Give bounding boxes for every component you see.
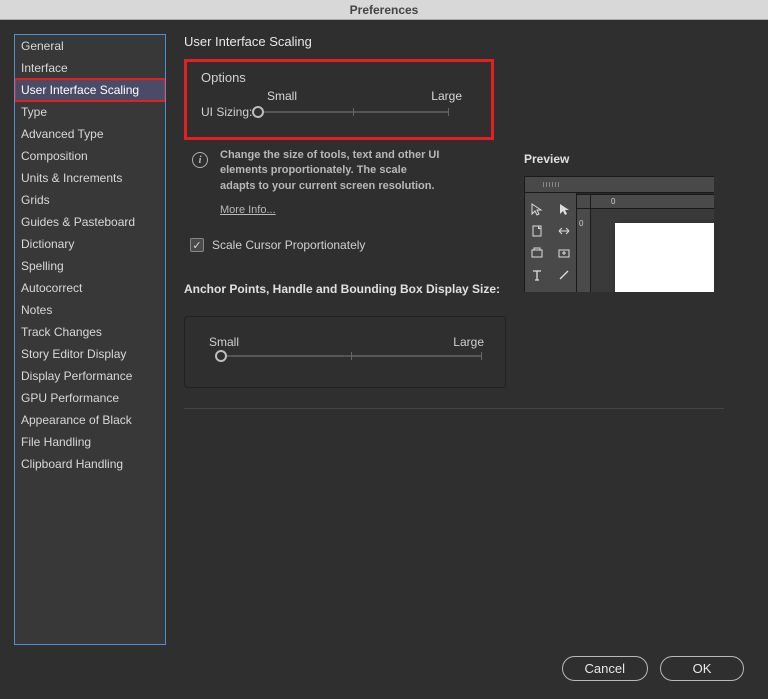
anchor-large-label: Large — [453, 335, 484, 349]
sidebar-item-interface[interactable]: Interface — [15, 57, 165, 79]
preview-canvas — [591, 209, 714, 292]
ruler-vertical: 0 — [577, 209, 591, 292]
more-info-link[interactable]: More Info... — [220, 204, 276, 216]
sidebar-item-composition[interactable]: Composition — [15, 145, 165, 167]
type-tool-icon — [525, 265, 550, 285]
sidebar-item-display-performance[interactable]: Display Performance — [15, 365, 165, 387]
direct-selection-tool-icon — [552, 199, 577, 219]
sidebar-item-grids[interactable]: Grids — [15, 189, 165, 211]
slider-thumb[interactable] — [252, 106, 264, 118]
preview-tools — [525, 177, 577, 292]
info-icon: i — [192, 152, 208, 168]
page-title: User Interface Scaling — [184, 34, 754, 49]
sidebar-item-autocorrect[interactable]: Autocorrect — [15, 277, 165, 299]
selection-tool-icon — [525, 199, 550, 219]
line-tool-icon — [552, 265, 577, 285]
options-legend: Options — [201, 70, 477, 85]
anchor-small-label: Small — [209, 335, 239, 349]
sidebar-item-units-increments[interactable]: Units & Increments — [15, 167, 165, 189]
ui-sizing-label: UI Sizing: — [201, 105, 252, 119]
sidebar-item-story-editor-display[interactable]: Story Editor Display — [15, 343, 165, 365]
anchor-size-slider[interactable] — [221, 355, 481, 357]
slider-large-label: Large — [431, 89, 462, 103]
sidebar-item-type[interactable]: Type — [15, 101, 165, 123]
sidebar-item-gpu-performance[interactable]: GPU Performance — [15, 387, 165, 409]
sidebar-item-advanced-type[interactable]: Advanced Type — [15, 123, 165, 145]
preview-page — [615, 223, 714, 292]
divider — [184, 408, 724, 409]
sidebar-item-guides-pasteboard[interactable]: Guides & Pasteboard — [15, 211, 165, 233]
sidebar-item-dictionary[interactable]: Dictionary — [15, 233, 165, 255]
ruler-horizontal: 0 — [591, 195, 714, 209]
dialog-title: Preferences — [0, 0, 768, 20]
sidebar-item-track-changes[interactable]: Track Changes — [15, 321, 165, 343]
sidebar-item-user-interface-scaling[interactable]: User Interface Scaling — [15, 79, 165, 101]
content-collector-icon — [525, 243, 550, 263]
ruler-corner — [577, 195, 591, 209]
slider-small-label: Small — [267, 89, 297, 103]
options-group: Options Small Large UI Sizing: — [184, 59, 494, 140]
anchor-group: Small Large — [184, 316, 506, 388]
sidebar-item-clipboard-handling[interactable]: Clipboard Handling — [15, 453, 165, 475]
scale-cursor-checkbox[interactable]: ✓ — [190, 238, 204, 252]
preview-topbar — [525, 177, 714, 193]
sidebar-item-appearance-of-black[interactable]: Appearance of Black — [15, 409, 165, 431]
sidebar-item-notes[interactable]: Notes — [15, 299, 165, 321]
scale-cursor-label: Scale Cursor Proportionately — [212, 238, 365, 252]
sidebar-item-general[interactable]: General — [15, 35, 165, 57]
gap-tool-icon — [552, 221, 577, 241]
preview-label: Preview — [524, 152, 714, 166]
grip-icon — [543, 182, 559, 187]
cancel-button[interactable]: Cancel — [562, 656, 648, 681]
ui-sizing-slider[interactable] — [258, 111, 448, 113]
preview-box: ×Adobe.indd @ 100% 0 0 — [524, 176, 714, 292]
preferences-sidebar: GeneralInterfaceUser Interface ScalingTy… — [14, 34, 166, 645]
sidebar-item-file-handling[interactable]: File Handling — [15, 431, 165, 453]
content-placer-icon — [552, 243, 577, 263]
anchor-slider-thumb[interactable] — [215, 350, 227, 362]
preferences-content: User Interface Scaling Options Small Lar… — [166, 34, 754, 645]
anchor-section-title: Anchor Points, Handle and Bounding Box D… — [184, 282, 506, 296]
sidebar-item-spelling[interactable]: Spelling — [15, 255, 165, 277]
ok-button[interactable]: OK — [660, 656, 744, 681]
info-text: Change the size of tools, text and other… — [220, 148, 445, 194]
page-tool-icon — [525, 221, 550, 241]
